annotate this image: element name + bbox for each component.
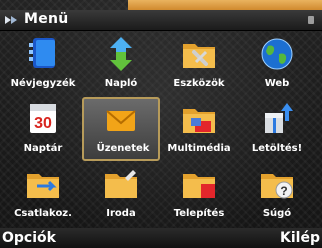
menu-item-tools[interactable]: Eszközök: [160, 32, 238, 96]
menu-item-multimedia[interactable]: Multimédia: [160, 97, 238, 161]
menu-icon: [5, 16, 17, 24]
menu-item-label: Letöltés!: [251, 143, 303, 154]
menu-item-office[interactable]: Iroda: [82, 162, 160, 226]
menu-item-label: Naptár: [23, 143, 63, 154]
softkey-bar: Opciók Kilép: [0, 228, 322, 248]
download-gift-icon: [265, 103, 293, 133]
title-bar: Menü: [0, 10, 322, 31]
phone-screen: Menü Névjegyzék Napló Eszközök Web 30 Na…: [0, 0, 322, 248]
exit-softkey[interactable]: Kilép: [280, 230, 320, 246]
menu-item-help[interactable]: ? Súgó: [238, 162, 316, 226]
menu-item-label: Eszközök: [173, 78, 225, 89]
calendar-icon: 30: [30, 104, 56, 133]
menu-item-contacts[interactable]: Névjegyzék: [4, 32, 82, 96]
options-softkey[interactable]: Opciók: [2, 230, 56, 246]
menu-item-label: Iroda: [106, 208, 136, 219]
menu-item-messages[interactable]: Üzenetek: [82, 97, 160, 161]
menu-item-label: Csatlakoz.: [14, 208, 72, 219]
menu-item-label: Multimédia: [167, 143, 231, 154]
menu-item-label: Súgó: [262, 208, 292, 219]
envelope-icon: [106, 110, 136, 131]
contacts-book-icon: [29, 38, 55, 68]
multimedia-folder-icon: [183, 109, 215, 133]
calendar-day: 30: [34, 115, 52, 132]
connectivity-folder-icon: [27, 174, 59, 198]
menu-item-download[interactable]: Letöltés!: [238, 97, 316, 161]
menu-item-web[interactable]: Web: [238, 32, 316, 96]
office-folder-icon: [105, 170, 137, 198]
install-folder-icon: [183, 174, 215, 198]
globe-icon: [261, 38, 293, 70]
battery-icon: [308, 16, 314, 24]
menu-item-label: Telepítés: [173, 208, 225, 219]
top-decoration: [128, 0, 322, 10]
menu-item-connectivity[interactable]: Csatlakoz.: [4, 162, 82, 226]
svg-text:?: ?: [280, 184, 287, 198]
menu-item-log[interactable]: Napló: [82, 32, 160, 96]
menu-item-label: Névjegyzék: [10, 78, 76, 89]
menu-item-calendar[interactable]: 30 Naptár: [4, 97, 82, 161]
menu-item-label: Web: [264, 78, 290, 89]
menu-item-label: Üzenetek: [96, 143, 150, 154]
help-folder-icon: ?: [261, 174, 293, 199]
tools-folder-icon: [183, 44, 215, 68]
page-title: Menü: [24, 11, 69, 27]
menu-item-install[interactable]: Telepítés: [160, 162, 238, 226]
menu-grid: Névjegyzék Napló Eszközök Web 30 Naptár …: [4, 32, 318, 228]
menu-item-label: Napló: [104, 78, 138, 89]
log-arrows-icon: [110, 37, 132, 71]
